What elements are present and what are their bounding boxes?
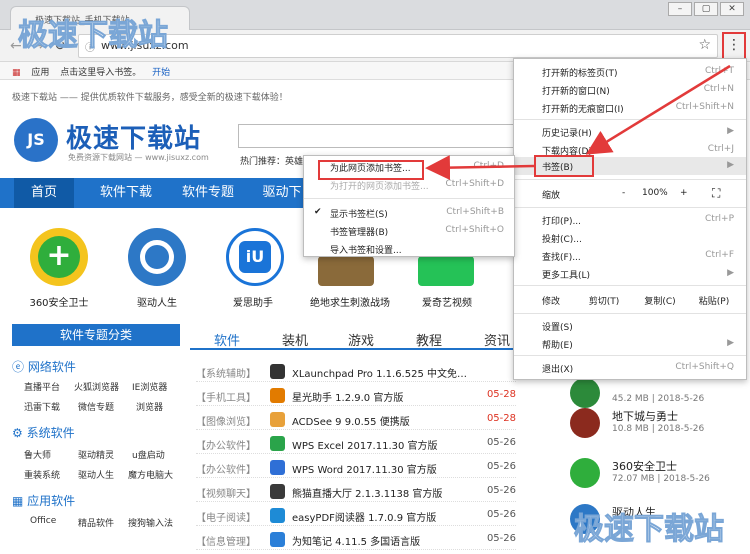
annotation-arrows: [425, 64, 731, 181]
arrow-to-add-bookmark: [425, 155, 535, 181]
arrow-to-bookmarks: [585, 64, 731, 155]
watermark-top: 极速下载站: [18, 18, 169, 54]
watermark-bottom: 极速下载站: [574, 512, 725, 548]
